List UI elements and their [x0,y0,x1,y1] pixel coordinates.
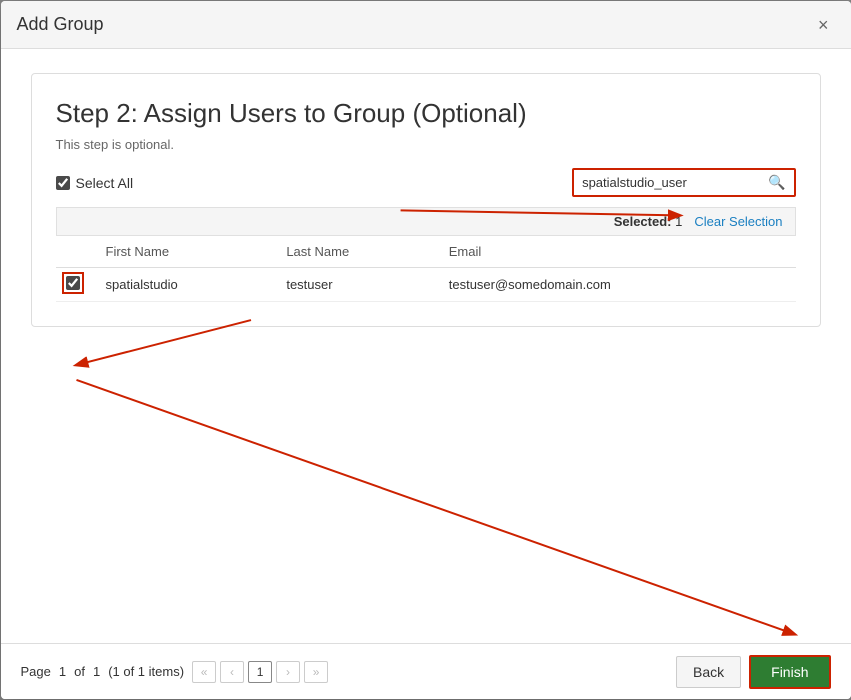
pagination-nav: « ‹ 1 › » [192,661,328,683]
modal-body: Step 2: Assign Users to Group (Optional)… [1,49,851,643]
footer-actions: Back Finish [676,655,830,689]
clear-selection-link[interactable]: Clear Selection [694,214,782,229]
prev-page-button[interactable]: ‹ [220,661,244,683]
email-col-header: Email [439,236,796,268]
search-input[interactable] [582,175,762,190]
page-of: of [74,664,85,679]
row-email: testuser@somedomain.com [439,268,796,302]
row-lastname: testuser [276,268,438,302]
content-card: Step 2: Assign Users to Group (Optional)… [31,73,821,327]
firstname-col-header: First Name [96,236,277,268]
search-icon: 🔍 [768,174,785,191]
select-all-text: Select All [76,175,134,191]
close-button[interactable]: × [812,12,835,38]
last-page-button[interactable]: » [304,661,328,683]
checkbox-col-header [56,236,96,268]
select-all-label[interactable]: Select All [56,175,134,191]
users-table: First Name Last Name Email spatialstudio… [56,236,796,302]
lastname-col-header: Last Name [276,236,438,268]
row-checkbox-0[interactable] [66,276,80,290]
pagination-info: Page 1 of 1 (1 of 1 items) « ‹ 1 › » [21,661,329,683]
table-body: spatialstudio testuser testuser@somedoma… [56,268,796,302]
row-checkbox-cell[interactable] [56,268,96,302]
selected-count: Selected: 1 [614,214,683,229]
next-page-button[interactable]: › [276,661,300,683]
modal-title: Add Group [17,14,104,35]
row-firstname: spatialstudio [96,268,277,302]
modal-header: Add Group × [1,1,851,49]
total-pages: 1 [93,664,100,679]
current-page: 1 [59,664,66,679]
first-page-button[interactable]: « [192,661,216,683]
modal-footer: Page 1 of 1 (1 of 1 items) « ‹ 1 › » Bac… [1,643,851,699]
table-header: First Name Last Name Email [56,236,796,268]
step-title: Step 2: Assign Users to Group (Optional) [56,98,796,129]
finish-button[interactable]: Finish [749,655,830,689]
search-box: 🔍 [572,168,795,197]
items-info: (1 of 1 items) [108,664,184,679]
back-button[interactable]: Back [676,656,741,688]
step-subtitle: This step is optional. [56,137,796,152]
select-all-checkbox[interactable] [56,176,70,190]
controls-row: Select All 🔍 [56,168,796,197]
page-label: Page [21,664,51,679]
current-page-button[interactable]: 1 [248,661,272,683]
table-row: spatialstudio testuser testuser@somedoma… [56,268,796,302]
selection-bar: Selected: 1 Clear Selection [56,207,796,236]
